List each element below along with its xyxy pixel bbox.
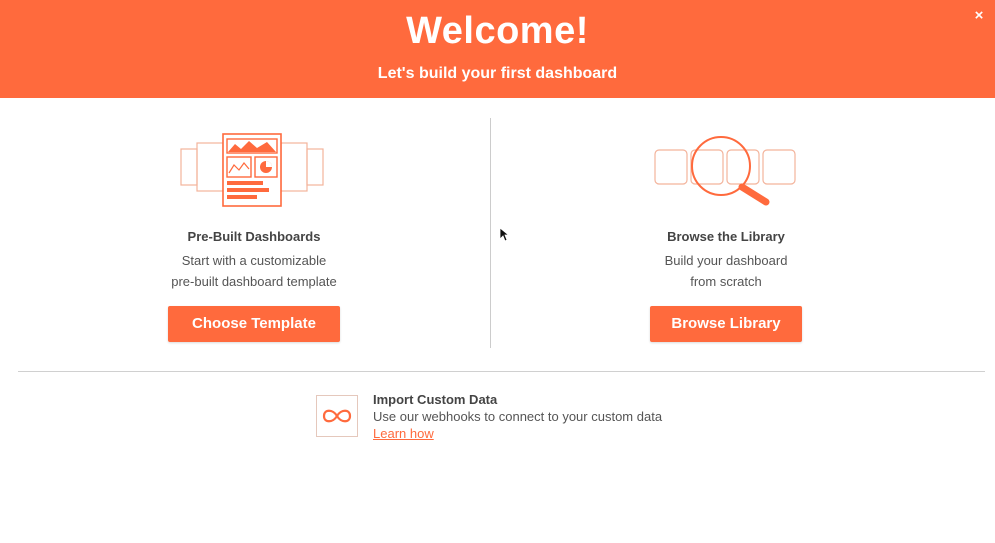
import-custom-data-section: Import Custom Data Use our webhooks to c… [316, 392, 662, 443]
vertical-divider [490, 118, 491, 348]
choose-template-button[interactable]: Choose Template [168, 306, 340, 342]
library-desc-line2: from scratch [690, 274, 762, 289]
mouse-cursor-icon [499, 227, 510, 247]
close-button[interactable]: × [971, 8, 987, 24]
welcome-header: Welcome! Let's build your first dashboar… [0, 0, 995, 98]
header-title: Welcome! [406, 10, 589, 52]
prebuilt-dashboards-section: Pre-Built Dashboards Start with a custom… [104, 120, 404, 342]
header-subtitle: Let's build your first dashboard [377, 65, 618, 82]
library-desc-line1: Build your dashboard [664, 253, 788, 268]
import-title: Import Custom Data [373, 392, 498, 407]
prebuilt-heading: Pre-Built Dashboards [187, 229, 321, 244]
infinity-icon [316, 395, 358, 437]
library-heading: Browse the Library [667, 229, 785, 244]
close-icon[interactable]: × [975, 7, 984, 24]
import-text: Import Custom Data Use our webhooks to c… [373, 392, 662, 443]
dashboard-template-icon [104, 120, 404, 220]
library-description: Build your dashboard from scratch [576, 250, 876, 292]
learn-how-link[interactable]: Learn how [373, 426, 434, 442]
import-description: Use our webhooks to connect to your cust… [373, 409, 663, 424]
magnifier-icon [576, 120, 876, 220]
browse-library-button[interactable]: Browse Library [650, 306, 802, 342]
prebuilt-desc-line1: Start with a customizable [181, 253, 327, 268]
horizontal-divider [18, 371, 985, 372]
browse-library-section: Browse the Library Build your dashboard … [576, 120, 876, 342]
prebuilt-desc-line2: pre-built dashboard template [171, 274, 337, 289]
prebuilt-description: Start with a customizable pre-built dash… [104, 250, 404, 292]
